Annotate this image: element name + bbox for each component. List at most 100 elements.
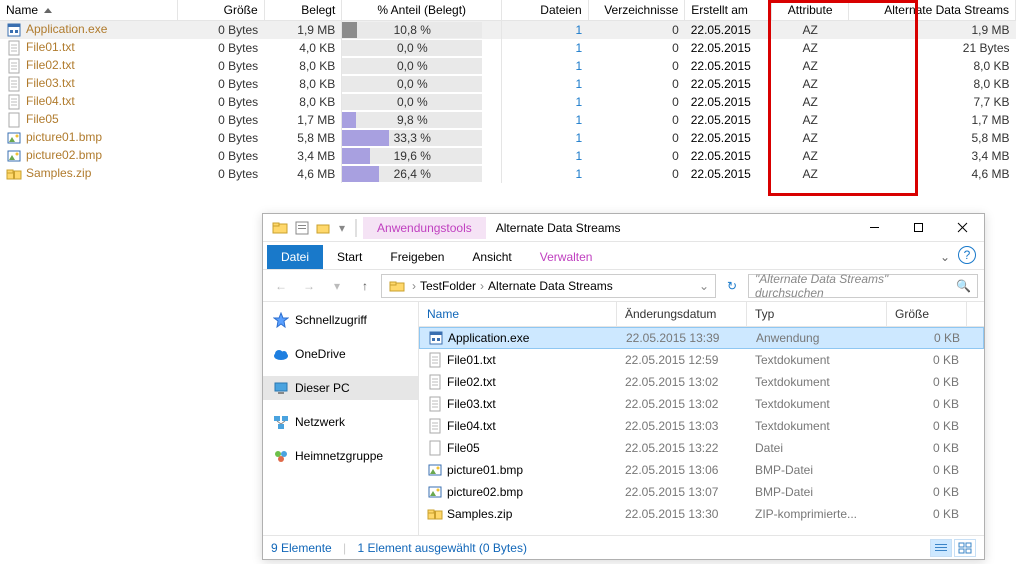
view-large-icon[interactable] xyxy=(954,539,976,557)
col-name[interactable]: Name xyxy=(0,0,178,21)
table-row[interactable]: File04.txt0 Bytes8,0 KB0,0 %1022.05.2015… xyxy=(0,93,1016,111)
refresh-icon[interactable]: ↻ xyxy=(720,274,744,298)
col-files[interactable]: Dateien xyxy=(502,0,589,21)
chevron-down-icon[interactable]: ⌄ xyxy=(699,279,709,293)
col-date[interactable]: Änderungsdatum xyxy=(617,302,747,326)
search-input[interactable]: "Alternate Data Streams" durchsuchen 🔍 xyxy=(748,274,978,298)
bmp-icon xyxy=(427,462,443,478)
col-type[interactable]: Typ xyxy=(747,302,887,326)
nav-up-icon[interactable]: ↑ xyxy=(353,274,377,298)
file-name: File05 xyxy=(447,441,480,455)
col-size[interactable]: Größe xyxy=(178,0,265,21)
breadcrumb-item[interactable]: TestFolder xyxy=(420,279,476,293)
properties-icon[interactable] xyxy=(294,220,310,236)
breadcrumb[interactable]: › TestFolder › Alternate Data Streams ⌄ xyxy=(381,274,716,298)
maximize-button[interactable] xyxy=(896,214,940,242)
sidebar-homegroup[interactable]: Heimnetzgruppe xyxy=(263,444,418,468)
list-item[interactable]: File02.txt22.05.2015 13:02Textdokument0 … xyxy=(419,371,984,393)
table-row[interactable]: File01.txt0 Bytes4,0 KB0,0 %1022.05.2015… xyxy=(0,39,1016,57)
view-details-icon[interactable] xyxy=(930,539,952,557)
tab-manage[interactable]: Verwalten xyxy=(526,245,607,269)
cell-files: 1 xyxy=(502,93,589,111)
list-item[interactable]: File03.txt22.05.2015 13:02Textdokument0 … xyxy=(419,393,984,415)
cell-dirs: 0 xyxy=(588,57,685,75)
list-item[interactable]: Samples.zip22.05.2015 13:30ZIP-komprimie… xyxy=(419,503,984,525)
list-item[interactable]: picture01.bmp22.05.2015 13:06BMP-Datei0 … xyxy=(419,459,984,481)
file-date: 22.05.2015 13:22 xyxy=(617,441,747,455)
cell-size: 0 Bytes xyxy=(178,39,265,57)
col-allocated[interactable]: Belegt xyxy=(264,0,342,21)
breadcrumb-item[interactable]: Alternate Data Streams xyxy=(488,279,613,293)
file-name: Samples.zip xyxy=(26,166,91,180)
txt-icon xyxy=(427,352,443,368)
col-attr[interactable]: Attribute xyxy=(771,0,849,21)
col-dirs[interactable]: Verzeichnisse xyxy=(588,0,685,21)
chevron-right-icon[interactable]: › xyxy=(412,279,416,293)
sidebar-onedrive[interactable]: OneDrive xyxy=(263,342,418,366)
table-row[interactable]: File03.txt0 Bytes8,0 KB0,0 %1022.05.2015… xyxy=(0,75,1016,93)
tab-file[interactable]: Datei xyxy=(267,245,323,269)
separator xyxy=(355,219,357,237)
col-created[interactable]: Erstellt am xyxy=(685,0,772,21)
nav-recent-icon[interactable]: ▾ xyxy=(325,274,349,298)
cell-files: 1 xyxy=(502,57,589,75)
cell-attr: AZ xyxy=(771,165,849,183)
cell-ads: 4,6 MB xyxy=(849,165,1016,183)
blank-icon xyxy=(427,440,443,456)
minimize-button[interactable] xyxy=(852,214,896,242)
tab-view[interactable]: Ansicht xyxy=(458,245,525,269)
table-row[interactable]: picture02.bmp0 Bytes3,4 MB19,6 %1022.05.… xyxy=(0,147,1016,165)
table-row[interactable]: Samples.zip0 Bytes4,6 MB26,4 %1022.05.20… xyxy=(0,165,1016,183)
ribbon-expand-icon[interactable]: ⌄ xyxy=(940,250,950,264)
help-button[interactable]: ? xyxy=(958,246,976,264)
tab-share[interactable]: Freigeben xyxy=(376,245,458,269)
cell-attr: AZ xyxy=(771,57,849,75)
cell-dirs: 0 xyxy=(588,75,685,93)
folder-icon xyxy=(389,278,405,294)
table-row[interactable]: File050 Bytes1,7 MB9,8 %1022.05.2015AZ1,… xyxy=(0,111,1016,129)
cell-dirs: 0 xyxy=(588,165,685,183)
cell-created: 22.05.2015 xyxy=(685,75,772,93)
col-ads[interactable]: Alternate Data Streams xyxy=(849,0,1016,21)
cell-ads: 5,8 MB xyxy=(849,129,1016,147)
col-size[interactable]: Größe xyxy=(887,302,967,326)
search-icon[interactable]: 🔍 xyxy=(956,279,971,293)
cell-files: 1 xyxy=(502,39,589,57)
blank-icon xyxy=(6,112,22,128)
nav-fwd-icon[interactable]: → xyxy=(297,274,321,298)
list-item[interactable]: Application.exe22.05.2015 13:39Anwendung… xyxy=(419,327,984,349)
table-row[interactable]: Application.exe0 Bytes1,9 MB10,8 %1022.0… xyxy=(0,21,1016,40)
status-selection: 1 Element ausgewählt (0 Bytes) xyxy=(358,541,527,555)
cell-allocated: 8,0 KB xyxy=(264,75,342,93)
titlebar[interactable]: ▾ Anwendungstools Alternate Data Streams xyxy=(263,214,984,242)
cell-pct: 10,8 % xyxy=(342,21,502,40)
list-item[interactable]: File04.txt22.05.2015 13:03Textdokument0 … xyxy=(419,415,984,437)
list-item[interactable]: File0522.05.2015 13:22Datei0 KB xyxy=(419,437,984,459)
pc-icon xyxy=(273,380,289,396)
tab-start[interactable]: Start xyxy=(323,245,376,269)
nav-back-icon[interactable]: ← xyxy=(269,274,293,298)
sidebar-thispc[interactable]: Dieser PC xyxy=(263,376,418,400)
close-button[interactable] xyxy=(940,214,984,242)
table-row[interactable]: picture01.bmp0 Bytes5,8 MB33,3 %1022.05.… xyxy=(0,129,1016,147)
table-header: Name Größe Belegt % Anteil (Belegt) Date… xyxy=(0,0,1016,21)
network-icon xyxy=(273,414,289,430)
newfolder-icon[interactable] xyxy=(316,220,332,236)
chevron-right-icon[interactable]: › xyxy=(480,279,484,293)
status-bar: 9 Elemente | 1 Element ausgewählt (0 Byt… xyxy=(263,535,984,559)
sidebar-network[interactable]: Netzwerk xyxy=(263,410,418,434)
file-type: Textdokument xyxy=(747,419,887,433)
col-name[interactable]: Name xyxy=(419,302,617,326)
col-pct[interactable]: % Anteil (Belegt) xyxy=(342,0,502,21)
list-item[interactable]: File01.txt22.05.2015 12:59Textdokument0 … xyxy=(419,349,984,371)
table-row[interactable]: File02.txt0 Bytes8,0 KB0,0 %1022.05.2015… xyxy=(0,57,1016,75)
file-date: 22.05.2015 13:06 xyxy=(617,463,747,477)
sidebar-quickaccess[interactable]: Schnellzugriff xyxy=(263,308,418,332)
file-name: File05 xyxy=(26,112,59,126)
qat-dropdown-icon[interactable]: ▾ xyxy=(339,221,345,235)
cell-created: 22.05.2015 xyxy=(685,93,772,111)
file-date: 22.05.2015 12:59 xyxy=(617,353,747,367)
txt-icon xyxy=(427,396,443,412)
cell-pct: 0,0 % xyxy=(342,57,502,75)
list-item[interactable]: picture02.bmp22.05.2015 13:07BMP-Datei0 … xyxy=(419,481,984,503)
